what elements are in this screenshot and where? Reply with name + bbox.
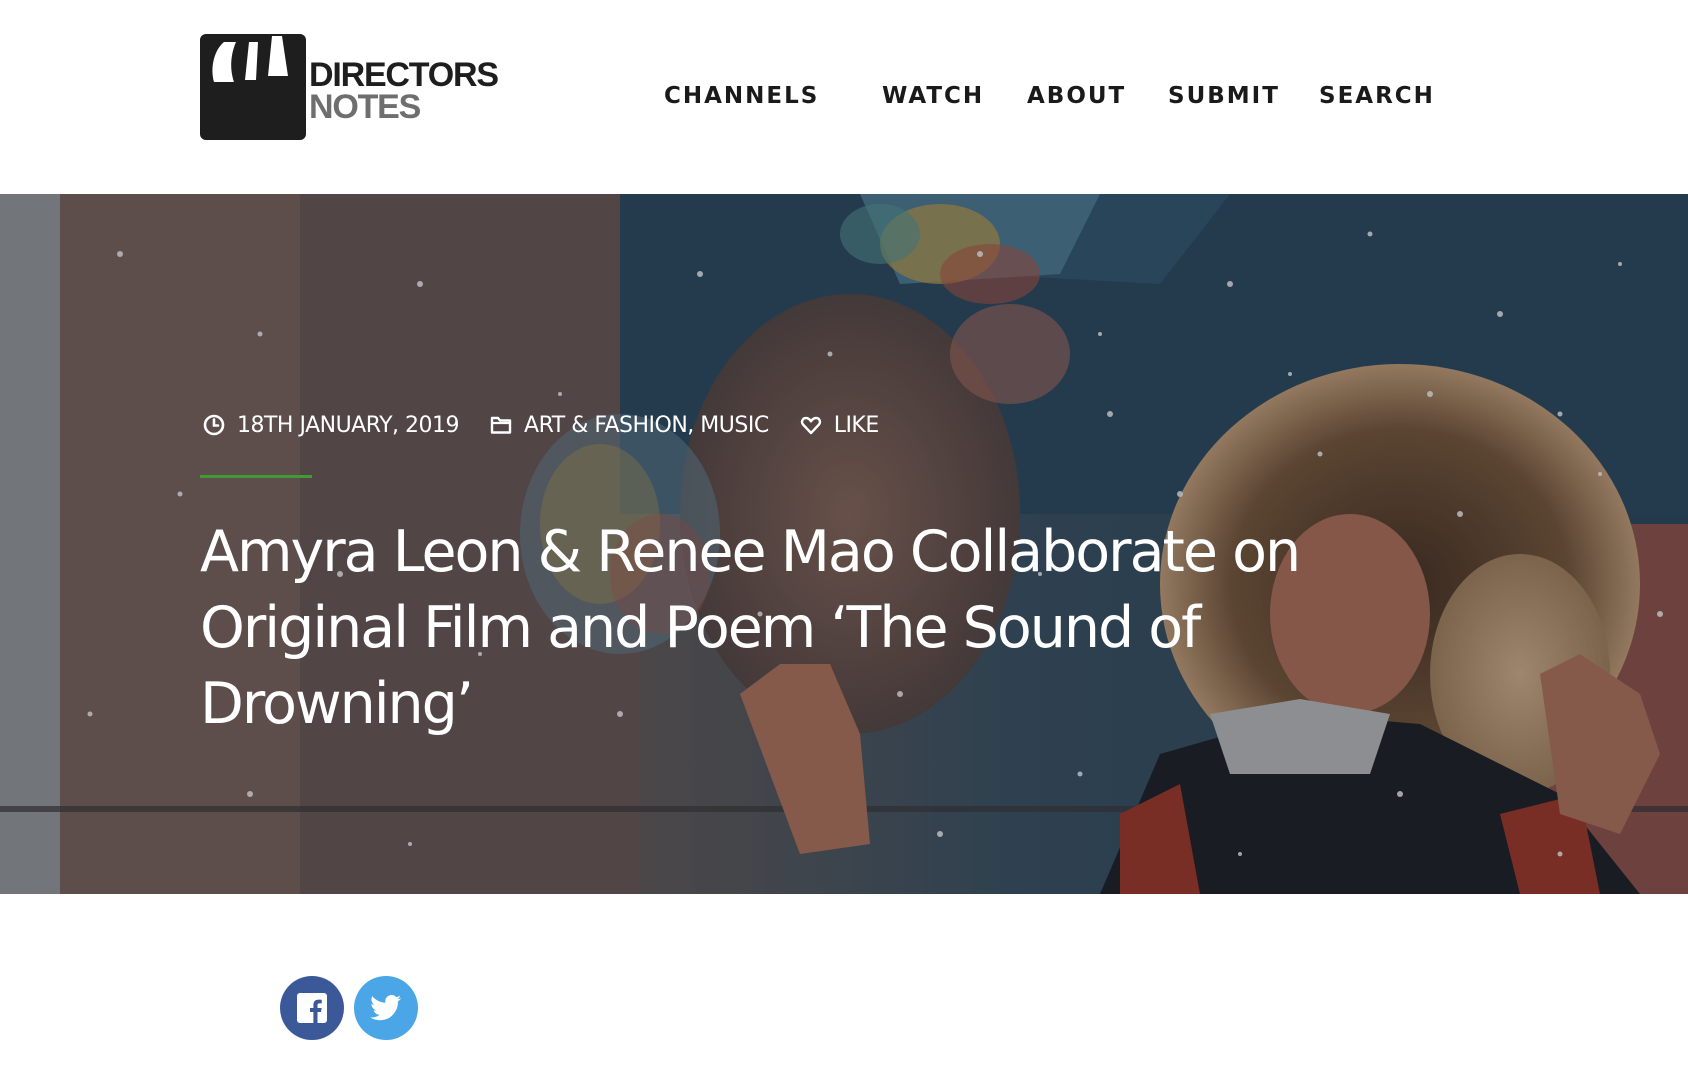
heart-icon xyxy=(799,413,823,437)
folder-icon xyxy=(489,413,513,437)
clock-icon xyxy=(202,413,226,437)
twitter-icon xyxy=(370,995,402,1021)
nav-search[interactable]: SEARCH xyxy=(1319,76,1435,116)
article-meta: 18TH JANUARY, 2019 ART & FASHION, MUSIC … xyxy=(202,410,909,440)
like-button[interactable]: LIKE xyxy=(799,413,879,438)
site-header: DIRECTORS NOTES CHANNELS WATCH ABOUT SUB… xyxy=(0,0,1688,194)
title-accent-line xyxy=(200,475,312,478)
article-categories-text[interactable]: ART & FASHION, MUSIC xyxy=(524,413,769,438)
facebook-share-button[interactable] xyxy=(280,976,344,1040)
article-date: 18TH JANUARY, 2019 xyxy=(202,412,460,438)
nav-submit[interactable]: SUBMIT xyxy=(1168,76,1280,116)
nav-watch[interactable]: WATCH xyxy=(882,76,984,116)
article-categories[interactable]: ART & FASHION, MUSIC xyxy=(489,413,769,438)
like-label[interactable]: LIKE xyxy=(834,413,880,438)
twitter-share-button[interactable] xyxy=(354,976,418,1040)
article-date-text: 18TH JANUARY, 2019 xyxy=(237,412,460,438)
share-buttons xyxy=(280,976,428,1040)
nav-channels[interactable]: CHANNELS xyxy=(664,76,819,116)
nav-about[interactable]: ABOUT xyxy=(1027,76,1126,116)
main-nav: CHANNELS WATCH ABOUT SUBMIT SEARCH xyxy=(0,76,1688,116)
facebook-icon xyxy=(297,993,327,1023)
article-title: Amyra Leon & Renee Mao Collaborate on Or… xyxy=(200,519,1301,737)
article-hero: 18TH JANUARY, 2019 ART & FASHION, MUSIC … xyxy=(0,194,1688,894)
